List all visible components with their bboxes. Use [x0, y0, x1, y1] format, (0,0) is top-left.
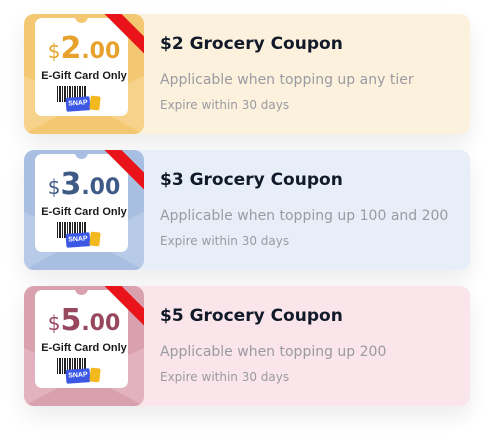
- snap-logo-icon: SNAP: [65, 368, 91, 384]
- coupon-title: $3 Grocery Coupon: [160, 170, 343, 190]
- snap-logo-icon: SNAP: [65, 232, 91, 248]
- coupon-description: Applicable when topping up any tier: [160, 72, 414, 88]
- coupon-expiry: Expire within 30 days: [160, 370, 290, 384]
- coupon-amount: $2.00: [47, 31, 121, 66]
- coupon-thumbnail: $3.00 E-Gift Card Only SNAP: [24, 150, 144, 270]
- coupon-details: $2 Grocery Coupon Applicable when toppin…: [160, 14, 470, 134]
- snap-logo-icon: SNAP: [65, 96, 91, 112]
- coupon-list: $2.00 E-Gift Card Only SNAP $2 Grocery C…: [0, 0, 494, 440]
- gift-card-label: E-Gift Card Only: [41, 206, 127, 218]
- coupon-amount: $5.00: [47, 303, 121, 338]
- gift-card-label: E-Gift Card Only: [41, 70, 127, 82]
- coupon-description: Applicable when topping up 200: [160, 344, 387, 360]
- coupon-expiry: Expire within 30 days: [160, 98, 290, 112]
- snap-card-icon: [89, 367, 101, 383]
- coupon-thumbnail: $2.00 E-Gift Card Only SNAP: [24, 14, 144, 134]
- snap-card-icon: [89, 95, 101, 111]
- coupon-description: Applicable when topping up 100 and 200: [160, 208, 449, 224]
- coupon-card[interactable]: $3.00 E-Gift Card Only SNAP $3 Grocery C…: [24, 150, 470, 270]
- coupon-thumbnail: $5.00 E-Gift Card Only SNAP: [24, 286, 144, 406]
- coupon-details: $3 Grocery Coupon Applicable when toppin…: [160, 150, 470, 270]
- snap-card-icon: [89, 231, 101, 247]
- coupon-card[interactable]: $5.00 E-Gift Card Only SNAP $5 Grocery C…: [24, 286, 470, 406]
- coupon-amount: $3.00: [47, 167, 121, 202]
- gift-card-label: E-Gift Card Only: [41, 342, 127, 354]
- coupon-title: $2 Grocery Coupon: [160, 34, 343, 54]
- coupon-expiry: Expire within 30 days: [160, 234, 290, 248]
- coupon-details: $5 Grocery Coupon Applicable when toppin…: [160, 286, 470, 406]
- coupon-title: $5 Grocery Coupon: [160, 306, 343, 326]
- coupon-card[interactable]: $2.00 E-Gift Card Only SNAP $2 Grocery C…: [24, 14, 470, 134]
